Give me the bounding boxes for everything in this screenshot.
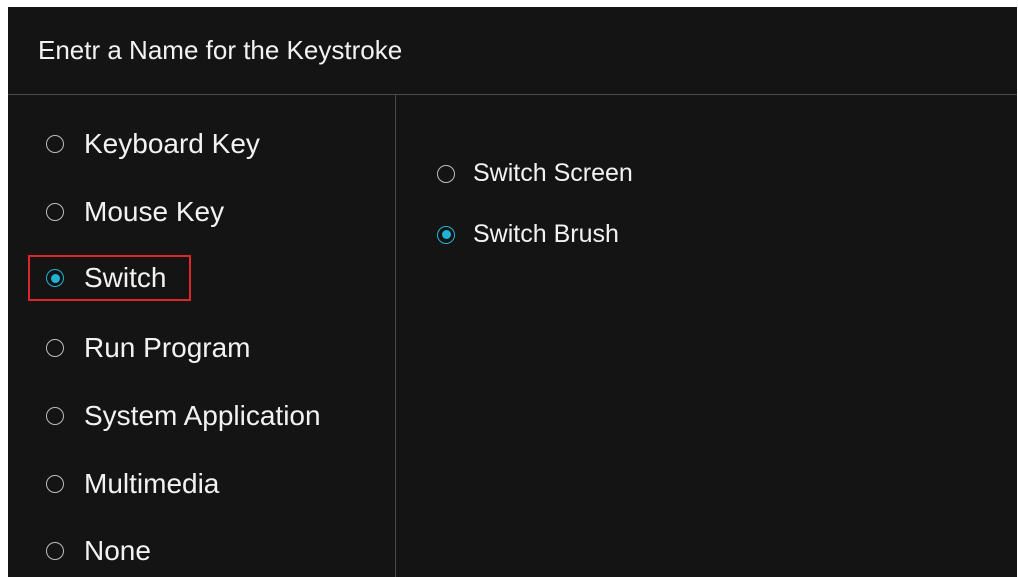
radio-option-mouse-key[interactable]: Mouse Key — [46, 196, 224, 228]
key-type-list: Keyboard Key Mouse Key Switch Run Progra… — [8, 95, 396, 577]
radio-unchecked-icon[interactable] — [46, 203, 64, 221]
radio-option-switch-brush[interactable]: Switch Brush — [437, 220, 619, 249]
radio-label: None — [84, 535, 151, 566]
radio-unchecked-icon[interactable] — [46, 542, 64, 560]
radio-unchecked-icon[interactable] — [437, 164, 455, 183]
radio-unchecked-icon[interactable] — [46, 407, 64, 425]
radio-option-switch-screen[interactable]: Switch Screen — [437, 159, 633, 188]
radio-label: Switch — [84, 262, 167, 293]
radio-unchecked-icon[interactable] — [46, 135, 64, 153]
dialog-header: Enetr a Name for the Keystroke — [8, 7, 1017, 95]
radio-label: Multimedia — [84, 468, 220, 499]
radio-option-run-program[interactable]: Run Program — [46, 332, 251, 364]
radio-option-none[interactable]: None — [46, 535, 151, 567]
radio-option-multimedia[interactable]: Multimedia — [46, 468, 219, 500]
radio-unchecked-icon[interactable] — [46, 475, 64, 493]
keystroke-dialog: Enetr a Name for the Keystroke Keyboard … — [8, 7, 1017, 577]
radio-label: Keyboard Key — [84, 128, 260, 159]
switch-options-panel: Switch Screen Switch Brush — [396, 95, 1017, 577]
radio-label: Switch Screen — [473, 159, 633, 187]
radio-option-system-application[interactable]: System Application — [46, 400, 321, 432]
radio-checked-icon[interactable] — [437, 225, 455, 244]
radio-label: System Application — [84, 400, 321, 431]
radio-label: Run Program — [84, 332, 251, 363]
radio-label: Switch Brush — [473, 220, 619, 248]
radio-unchecked-icon[interactable] — [46, 339, 64, 357]
radio-option-keyboard-key[interactable]: Keyboard Key — [46, 128, 260, 160]
radio-checked-icon[interactable] — [46, 269, 64, 287]
dialog-title: Enetr a Name for the Keystroke — [38, 35, 403, 65]
radio-option-switch[interactable]: Switch — [28, 255, 191, 301]
radio-label: Mouse Key — [84, 196, 225, 227]
